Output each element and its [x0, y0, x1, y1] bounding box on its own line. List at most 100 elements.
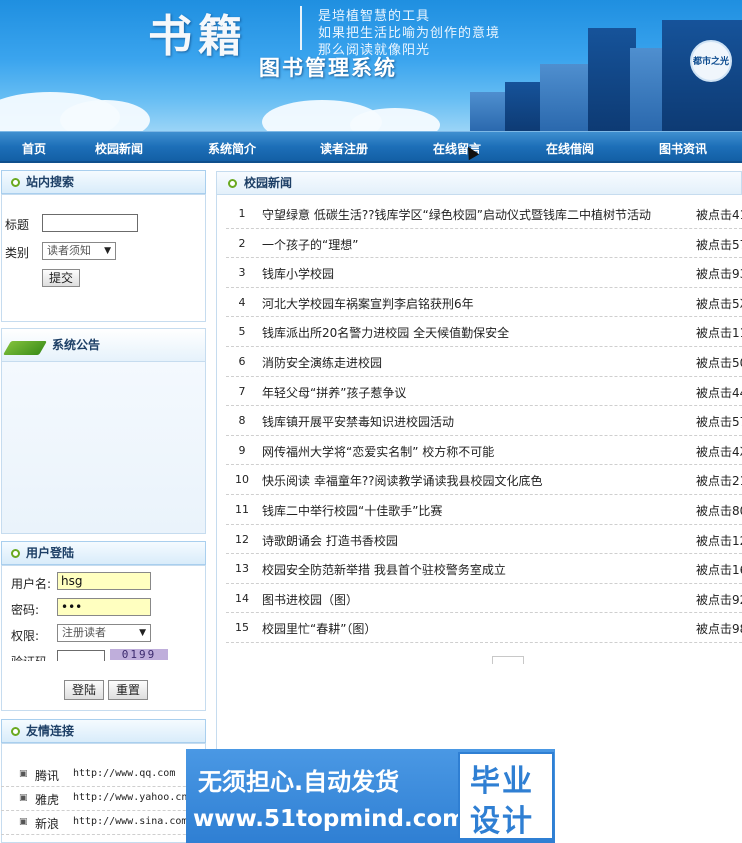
news-title-link[interactable]: 钱库派出所20名警力进校园 全天候值勤保安全: [262, 324, 509, 341]
news-title-link[interactable]: 一个孩子的“理想”: [262, 236, 358, 253]
news-title-link[interactable]: 钱库二中举行校园“十佳歌手”比赛: [262, 502, 442, 519]
dropdown-arrow-icon: ▼: [139, 628, 146, 638]
building-decoration: [470, 92, 510, 131]
friend-link-name[interactable]: 新浪: [35, 815, 59, 832]
friend-link-row[interactable]: ▣ 腾讯 http://www.qq.com: [1, 763, 206, 787]
captcha-row-clip: 验证码: [1, 650, 206, 661]
search-title-input[interactable]: [42, 214, 138, 232]
bullet-circle-icon: [11, 727, 20, 736]
news-index: 9: [238, 443, 246, 457]
nav-system-intro[interactable]: 系统简介: [208, 140, 256, 157]
news-row[interactable]: 12 诗歌朗诵会 打造书香校园 被点击12次: [226, 525, 742, 555]
news-click-count: 被点击50次: [696, 356, 742, 370]
role-select[interactable]: 注册读者 ▼: [57, 624, 151, 642]
news-index: 7: [238, 384, 246, 398]
news-click-count: 被点击11次: [696, 326, 742, 341]
friend-link-row[interactable]: ▣ 雅虎 http://www.yahoo.cn: [1, 787, 206, 811]
news-title-link[interactable]: 钱库镇开展平安禁毒知识进校园活动: [262, 413, 454, 430]
search-panel-header: 站内搜索: [1, 170, 206, 194]
password-label: 密码:: [11, 603, 40, 617]
news-row[interactable]: 11 钱库二中举行校园“十佳歌手”比赛 被点击80次: [226, 495, 742, 525]
reset-button[interactable]: 重置: [108, 680, 148, 700]
news-click-count: 被点击41次: [696, 208, 742, 222]
news-title-link[interactable]: 校园里忙“春耕”（图）: [262, 620, 376, 637]
news-title-link[interactable]: 网传福州大学将“恋爱实名制” 校方称不可能: [262, 443, 494, 460]
news-click-count: 被点击16次: [696, 563, 742, 578]
friend-link-name[interactable]: 雅虎: [35, 791, 59, 808]
building-decoration: [540, 64, 592, 131]
news-click-count: 被点击93次: [696, 267, 742, 282]
news-index: 10: [235, 473, 249, 487]
news-row[interactable]: 2 一个孩子的“理想” 被点击57次: [226, 229, 742, 259]
search-title-label: 标题: [5, 218, 30, 232]
news-click-count: 被点击5次: [696, 296, 742, 311]
login-button[interactable]: 登陆: [64, 680, 104, 700]
logo-text: 都市之光: [692, 57, 729, 67]
main-nav: 首页 校园新闻 系统简介 读者注册 在线留言 在线借阅 图书资讯: [0, 131, 742, 163]
news-click-count: 被点击12次: [696, 533, 742, 548]
friend-link-url[interactable]: http://www.qq.com: [73, 768, 175, 779]
role-label: 权限:: [11, 629, 40, 643]
nav-book-info[interactable]: 图书资讯: [659, 140, 707, 157]
news-title-link[interactable]: 校园安全防范新举措 我县首个驻校警务室成立: [262, 561, 506, 578]
news-row[interactable]: 9 网传福州大学将“恋爱实名制” 校方称不可能 被点击4次: [226, 436, 742, 466]
news-panel-header: 校园新闻: [216, 171, 742, 195]
news-title-link[interactable]: 钱库小学校园: [262, 265, 334, 282]
news-title-link[interactable]: 消防安全演练走进校园: [262, 354, 382, 371]
news-title-link[interactable]: 河北大学校园车祸案宣判李启铭获刑6年: [262, 295, 474, 312]
pager-box[interactable]: [492, 656, 524, 664]
news-title-link[interactable]: 图书进校园（图）: [262, 591, 358, 608]
search-panel-title: 站内搜索: [26, 175, 75, 189]
news-index: 15: [235, 621, 249, 635]
captcha-image[interactable]: 0199: [110, 649, 168, 661]
news-index: 4: [238, 295, 246, 309]
news-row[interactable]: 1 守望绿意 低碳生活??钱库学区“绿色校园”启动仪式暨钱库二中植树节活动 被点…: [226, 199, 742, 229]
login-panel-header: 用户登陆: [1, 541, 206, 565]
search-category-value: 读者须知: [47, 244, 91, 257]
system-title: 图书管理系统: [259, 56, 397, 80]
news-row[interactable]: 3 钱库小学校园 被点击93次: [226, 258, 742, 288]
banner-divider: [300, 6, 302, 50]
news-title-link[interactable]: 诗歌朗诵会 打造书香校园: [262, 532, 398, 549]
captcha-label: 验证码: [11, 653, 47, 661]
friend-link-url[interactable]: http://www.sina.com: [73, 816, 187, 827]
news-index: 2: [238, 236, 246, 250]
friend-link-url[interactable]: http://www.yahoo.cn: [73, 792, 187, 803]
news-title-link[interactable]: 守望绿意 低碳生活??钱库学区“绿色校园”启动仪式暨钱库二中植树节活动: [262, 206, 651, 223]
news-row[interactable]: 14 图书进校园（图） 被点击92次: [226, 584, 742, 614]
news-title-link[interactable]: 快乐阅读 幸福童年??阅读教学诵读我县校园文化底色: [262, 472, 543, 489]
search-category-select[interactable]: 读者须知 ▼: [42, 242, 116, 260]
nav-reader-register[interactable]: 读者注册: [320, 140, 368, 157]
banner-big-title: 书籍: [148, 11, 248, 62]
friend-link-row[interactable]: ▣ 新浪 http://www.sina.com: [1, 811, 206, 835]
password-input[interactable]: •••: [57, 598, 151, 616]
news-click-count: 被点击80次: [696, 504, 742, 518]
news-click-count: 被点击4次: [696, 444, 742, 459]
news-panel-title: 校园新闻: [244, 176, 293, 190]
bullet-square-icon: ▣: [19, 769, 28, 779]
news-row[interactable]: 5 钱库派出所20名警力进校园 全天候值勤保安全 被点击11次: [226, 317, 742, 347]
friend-link-name[interactable]: 腾讯: [35, 767, 59, 784]
watermark-badge-line-1: 毕业: [470, 764, 534, 799]
news-title-link[interactable]: 年轻父母“拼养”孩子惹争议: [262, 384, 406, 401]
news-row[interactable]: 15 校园里忙“春耕”（图） 被点击98次: [226, 613, 742, 643]
news-row[interactable]: 6 消防安全演练走进校园 被点击50次: [226, 347, 742, 377]
username-input[interactable]: [57, 572, 151, 590]
news-click-count: 被点击57次: [696, 237, 742, 252]
nav-campus-news[interactable]: 校园新闻: [95, 140, 143, 157]
watermark-slogan: 无须担心.自动发货: [198, 768, 400, 796]
nav-online-borrow[interactable]: 在线借阅: [546, 140, 594, 157]
captcha-input[interactable]: [57, 650, 105, 661]
bullet-square-icon: ▣: [19, 817, 28, 827]
nav-home[interactable]: 首页: [22, 140, 46, 157]
bullet-circle-icon: [11, 549, 20, 558]
news-index: 1: [238, 207, 246, 220]
news-row[interactable]: 10 快乐阅读 幸福童年??阅读教学诵读我县校园文化底色 被点击21次: [226, 465, 742, 495]
header-banner: 书籍 是培植智慧的工具 如果把生活比喻为创作的意境 那么阅读就像阳光 图书管理系…: [0, 0, 742, 131]
news-row[interactable]: 13 校园安全防范新举措 我县首个驻校警务室成立 被点击16次: [226, 554, 742, 584]
news-row[interactable]: 7 年轻父母“拼养”孩子惹争议 被点击44次: [226, 377, 742, 407]
news-row[interactable]: 8 钱库镇开展平安禁毒知识进校园活动 被点击57次: [226, 406, 742, 436]
search-submit-button[interactable]: 提交: [42, 269, 80, 287]
news-row[interactable]: 4 河北大学校园车祸案宣判李启铭获刑6年 被点击5次: [226, 288, 742, 318]
login-panel-title: 用户登陆: [26, 546, 75, 560]
